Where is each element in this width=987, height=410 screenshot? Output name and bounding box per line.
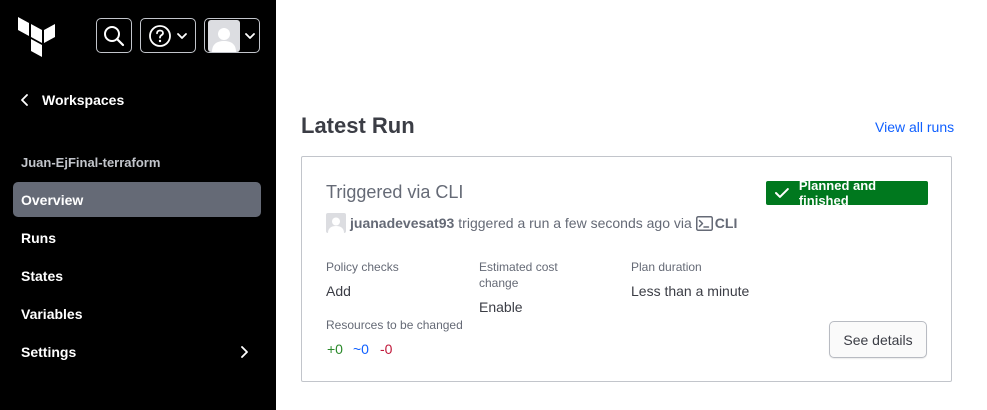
resources-changed-label: Resources to be changed xyxy=(326,318,463,332)
latest-run-card: Triggered via CLI Planned and finished j… xyxy=(301,156,952,382)
back-link-label: Workspaces xyxy=(42,92,125,108)
plan-duration-value: Less than a minute xyxy=(631,283,750,299)
sidebar-item-label: Overview xyxy=(21,191,84,208)
avatar xyxy=(208,19,240,52)
cost-estimate-label: Estimated cost change xyxy=(479,260,558,290)
sidebar-item-states[interactable]: States xyxy=(13,258,261,293)
run-title[interactable]: Triggered via CLI xyxy=(326,182,463,203)
sidebar-item-runs[interactable]: Runs xyxy=(13,220,261,255)
check-icon xyxy=(775,188,789,198)
scrolled-off-text xyxy=(300,0,860,2)
resources-add-count: +0 xyxy=(327,341,343,357)
workspace-name: Juan-EjFinal-terraform xyxy=(21,155,161,170)
sidebar-item-label: States xyxy=(21,267,64,284)
user-avatar-icon xyxy=(328,217,344,233)
search-icon xyxy=(104,25,125,46)
chevron-right-icon xyxy=(241,346,248,358)
run-meta: juanadevesat93 triggered a run a few sec… xyxy=(326,213,737,233)
user-avatar-icon xyxy=(212,27,236,52)
sidebar-item-settings[interactable]: Settings xyxy=(13,334,261,369)
run-action-text: triggered a run a few seconds ago via xyxy=(458,215,692,231)
plan-duration-label: Plan duration xyxy=(631,260,702,274)
resources-change-count: ~0 xyxy=(353,341,369,357)
run-source: CLI xyxy=(714,215,738,231)
sidebar-item-overview[interactable]: Overview xyxy=(13,182,261,217)
sidebar: Workspaces Juan-EjFinal-terraform Overvi… xyxy=(0,0,276,410)
sidebar-item-variables[interactable]: Variables xyxy=(13,296,261,331)
chevron-left-icon xyxy=(21,94,28,106)
latest-run-heading: Latest Run xyxy=(301,113,415,138)
terraform-logo[interactable] xyxy=(18,17,56,57)
sidebar-item-label: Settings xyxy=(21,343,77,360)
status-badge: Planned and finished xyxy=(766,178,928,208)
sidebar-item-label: Variables xyxy=(21,305,83,322)
help-menu-button[interactable] xyxy=(140,18,196,53)
run-user-link[interactable]: juanadevesat93 xyxy=(350,215,454,231)
chevron-down-icon xyxy=(245,32,255,39)
search-button[interactable] xyxy=(96,18,132,53)
cost-estimate-value: Enable xyxy=(479,299,523,315)
chevron-down-icon xyxy=(177,32,187,39)
resources-destroy-count: -0 xyxy=(380,341,393,357)
user-menu-button[interactable] xyxy=(204,18,260,53)
view-all-runs-link[interactable]: View all runs xyxy=(875,119,954,135)
terminal-icon xyxy=(695,215,713,231)
help-circle-icon xyxy=(149,24,171,47)
back-to-workspaces-link[interactable]: Workspaces xyxy=(20,92,124,108)
avatar xyxy=(326,213,346,233)
sidebar-item-label: Runs xyxy=(21,229,56,246)
policy-checks-value: Add xyxy=(326,283,351,299)
status-label: Planned and finished xyxy=(798,178,877,208)
policy-checks-label: Policy checks xyxy=(326,260,399,274)
see-details-button[interactable]: See details xyxy=(829,321,927,358)
